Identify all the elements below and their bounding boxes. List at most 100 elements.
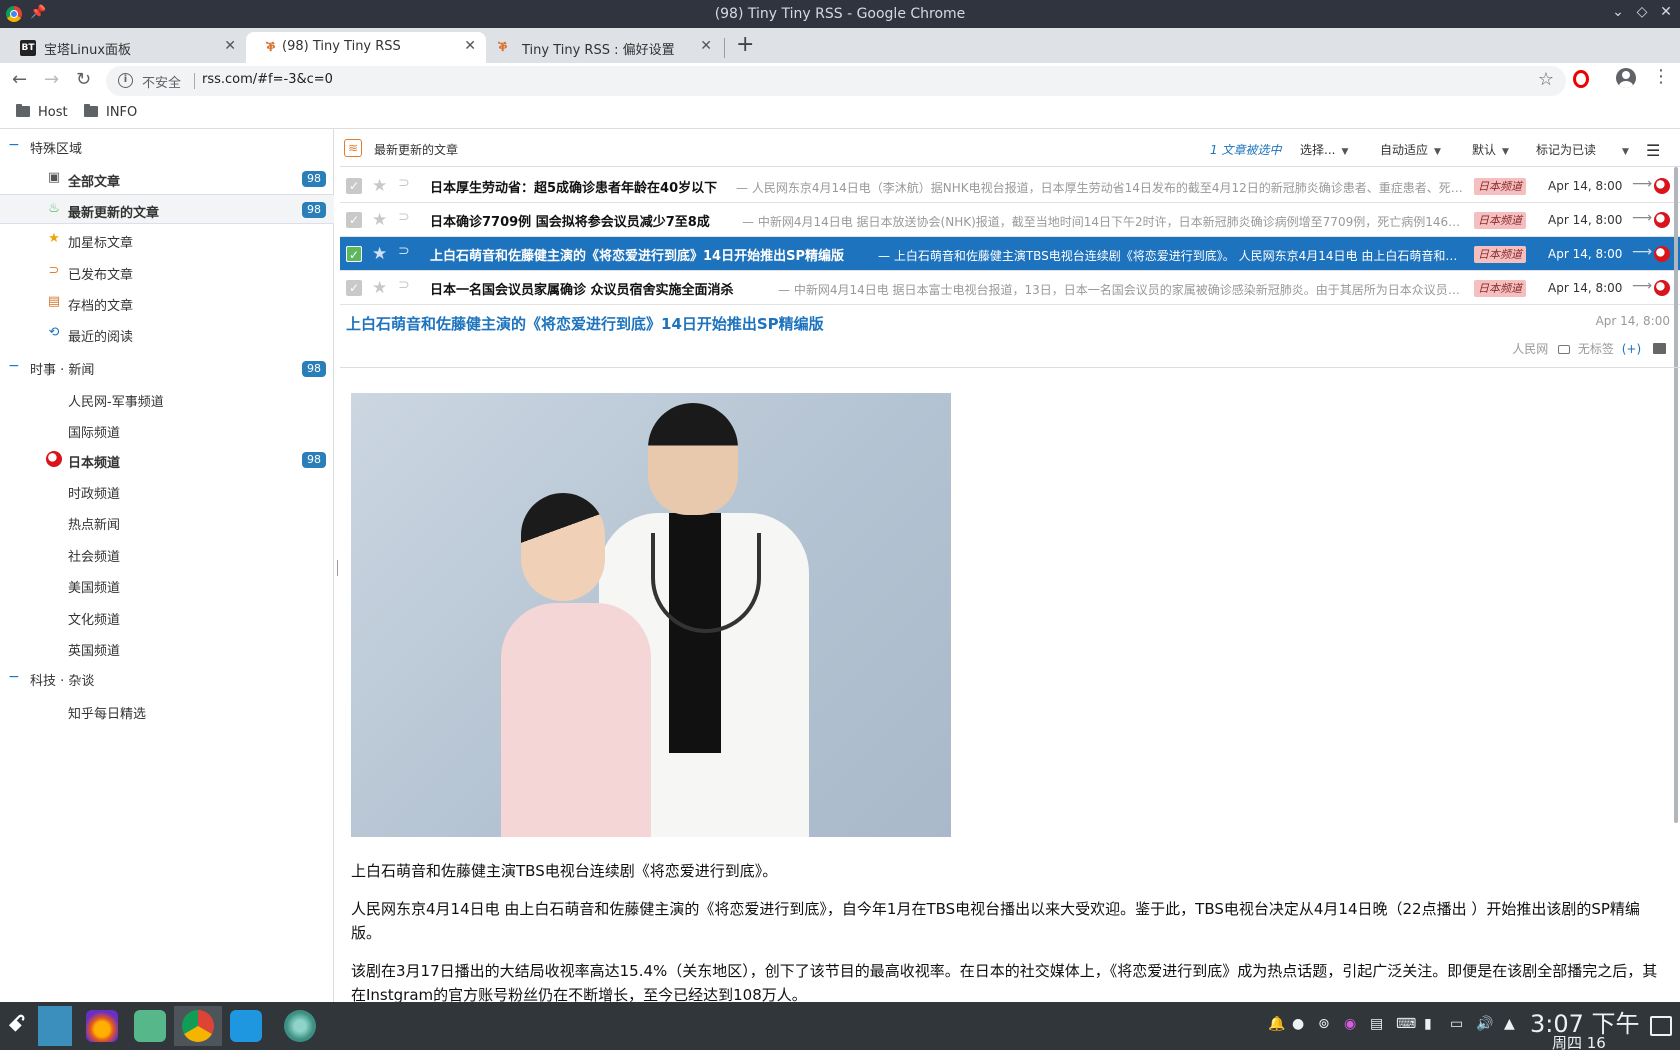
collapse-icon[interactable]: − [8, 137, 20, 153]
tray-expand-icon[interactable]: ▲ [1504, 1016, 1515, 1032]
content-scrollbar[interactable] [1674, 167, 1678, 823]
tab-close-icon[interactable]: ✕ [224, 38, 236, 54]
tab-tiny-rss[interactable]: ቕ (98) Tiny Tiny RSS ✕ [246, 32, 486, 63]
taskbar-files[interactable] [126, 1006, 174, 1046]
feed-tag[interactable]: 日本频道 [1474, 178, 1526, 195]
feed-zhihu[interactable]: 知乎每日精选 [0, 696, 334, 726]
star-toggle-icon[interactable]: ★ [372, 210, 387, 230]
star-toggle-icon[interactable]: ★ [372, 176, 387, 196]
tray-sync-icon[interactable]: ⊚ [1318, 1016, 1330, 1032]
feed-politics[interactable]: 时政频道 [0, 476, 334, 506]
view-mode-dropdown[interactable]: 自动适应 ▼ [1380, 141, 1441, 158]
volume-icon[interactable]: 🔊 [1476, 1016, 1493, 1032]
feed-tag[interactable]: 日本频道 [1474, 212, 1526, 229]
feed-tag[interactable]: 日本频道 [1474, 280, 1526, 297]
headline-title[interactable]: 日本一名国会议员家属确诊 众议员宿舍实施全面消杀 [430, 279, 734, 298]
taskbar-firefox[interactable] [78, 1006, 126, 1046]
feed-culture[interactable]: 文化频道 [0, 602, 334, 632]
headline-row[interactable]: ✓ ★ ⊃ 日本一名国会议员家属确诊 众议员宿舍实施全面消杀 — 中新网4月14… [340, 271, 1680, 305]
publish-toggle-icon[interactable]: ⊃ [398, 209, 410, 225]
publish-toggle-icon[interactable]: ⊃ [398, 243, 410, 259]
row-checkbox[interactable]: ✓ [346, 246, 362, 262]
app-launcher-icon[interactable]: ꗃ [8, 1012, 26, 1037]
taskbar-chrome[interactable] [174, 1006, 222, 1046]
reload-icon[interactable]: ↻ [76, 69, 91, 90]
forward-icon[interactable]: → [44, 69, 59, 90]
row-checkbox[interactable]: ✓ [346, 212, 362, 228]
row-checkbox[interactable]: ✓ [346, 280, 362, 296]
feed-international[interactable]: 国际频道 [0, 415, 334, 445]
feed-tag[interactable]: 日本频道 [1474, 246, 1526, 263]
star-toggle-icon[interactable]: ★ [372, 278, 387, 298]
open-original-icon[interactable]: ⟶ [1632, 176, 1652, 192]
bookmark-host[interactable]: Host [16, 104, 68, 120]
collapse-icon[interactable]: − [8, 669, 20, 685]
publish-toggle-icon[interactable]: ⊃ [398, 277, 410, 293]
address-bar[interactable]: i 不安全 rss.com/#f=-3&c=0 ☆ [106, 66, 1566, 96]
add-tag-button[interactable]: (+) [1622, 342, 1641, 356]
order-dropdown[interactable]: 默认 ▼ [1472, 141, 1509, 158]
feed-uk[interactable]: 英国频道 [0, 633, 334, 663]
clipboard-icon[interactable]: ▤ [1370, 1016, 1383, 1032]
usb-icon[interactable]: ▮ [1424, 1016, 1432, 1032]
tab-close-icon[interactable]: ✕ [700, 38, 712, 54]
category-tech[interactable]: − 科技 · 杂谈 [0, 665, 334, 693]
headline-title[interactable]: 日本确诊7709例 国会拟将参会议员减少7至8成 [430, 211, 710, 230]
note-icon[interactable] [1653, 343, 1666, 354]
taskbar-telegram[interactable] [222, 1006, 270, 1046]
headline-row[interactable]: ✓ ★ ⊃ 日本厚生劳动省：超5成确诊患者年龄在40岁以下 — 人民网东京4月1… [340, 169, 1680, 203]
tray-avatar-icon[interactable]: ● [1292, 1016, 1304, 1032]
browser-menu-icon[interactable]: ⋮ [1652, 66, 1670, 87]
actions-menu-icon[interactable]: ☰ [1646, 141, 1660, 160]
feed-all-articles[interactable]: ▣ 全部文章 98 [0, 164, 334, 194]
taskbar-atom[interactable] [276, 1006, 324, 1046]
virtual-desktop-pager[interactable] [38, 1006, 72, 1046]
clock-date[interactable]: 周四 16 [1552, 1032, 1606, 1050]
minimize-icon[interactable]: ⌄ [1608, 4, 1628, 20]
feed-published[interactable]: ⊃ 已发布文章 [0, 257, 334, 287]
open-original-icon[interactable]: ⟶ [1632, 244, 1652, 260]
select-dropdown[interactable]: 选择... ▼ [1300, 141, 1348, 158]
network-icon[interactable]: ▭ [1450, 1016, 1463, 1032]
bookmark-star-icon[interactable]: ☆ [1538, 69, 1554, 90]
feed-society[interactable]: 社会频道 [0, 539, 334, 569]
profile-icon[interactable] [1616, 68, 1636, 88]
headline-row-selected[interactable]: ✓ ★ ⊃ 上白石萌音和佐藤健主演的《将恋爱进行到底》14日开始推出SP精编版 … [340, 237, 1680, 271]
feed-archived[interactable]: ▤ 存档的文章 [0, 288, 334, 318]
opera-extension-icon[interactable] [1573, 70, 1589, 88]
show-desktop-icon[interactable] [1650, 1016, 1672, 1036]
headline-title[interactable]: 日本厚生劳动省：超5成确诊患者年龄在40岁以下 [430, 177, 717, 196]
feed-rss-icon[interactable]: ≋ [344, 139, 362, 157]
category-news[interactable]: − 时事 · 新闻 98 [0, 354, 334, 382]
article-title[interactable]: 上白石萌音和佐藤健主演的《将恋爱进行到底》14日开始推出SP精编版 [346, 313, 824, 334]
mark-read-dropdown[interactable]: 标记为已读 ▼ [1536, 141, 1629, 158]
feed-hot-news[interactable]: 热点新闻 [0, 507, 334, 537]
tab-bt-panel[interactable]: BT 宝塔Linux面板 ✕ [0, 32, 246, 63]
feed-starred[interactable]: ★ 加星标文章 [0, 225, 334, 255]
url-text[interactable]: rss.com/#f=-3&c=0 [202, 72, 333, 87]
feed-recently-read[interactable]: ⟲ 最近的阅读 [0, 319, 334, 349]
tab-tiny-rss-prefs[interactable]: ቕ Tiny Tiny RSS : 偏好设置 ✕ [486, 32, 722, 63]
maximize-icon[interactable]: ◇ [1632, 4, 1652, 20]
feed-usa[interactable]: 美国频道 [0, 570, 334, 600]
new-tab-icon[interactable]: + [736, 32, 754, 57]
back-icon[interactable]: ← [12, 69, 27, 90]
feed-japan[interactable]: 日本频道 98 [0, 445, 334, 475]
tray-firefox-icon[interactable]: ◉ [1344, 1016, 1356, 1032]
open-original-icon[interactable]: ⟶ [1632, 210, 1652, 226]
info-icon[interactable]: i [118, 73, 133, 88]
headline-title[interactable]: 上白石萌音和佐藤健主演的《将恋爱进行到底》14日开始推出SP精编版 [430, 245, 844, 264]
tab-close-icon[interactable]: ✕ [464, 38, 476, 54]
publish-toggle-icon[interactable]: ⊃ [398, 175, 410, 191]
bookmark-info[interactable]: INFO [84, 104, 137, 120]
row-checkbox[interactable]: ✓ [346, 178, 362, 194]
notifications-icon[interactable]: 🔔 [1268, 1016, 1285, 1032]
category-special[interactable]: − 特殊区域 [0, 133, 334, 161]
star-toggle-icon[interactable]: ★ [372, 244, 387, 264]
keyboard-icon[interactable]: ⌨ [1396, 1016, 1416, 1032]
collapse-icon[interactable]: − [8, 358, 20, 374]
close-window-icon[interactable]: ✕ [1656, 4, 1676, 20]
security-label[interactable]: 不安全 [142, 72, 181, 91]
open-original-icon[interactable]: ⟶ [1632, 278, 1652, 294]
feed-fresh-articles[interactable]: ♨ 最新更新的文章 98 [0, 194, 334, 224]
